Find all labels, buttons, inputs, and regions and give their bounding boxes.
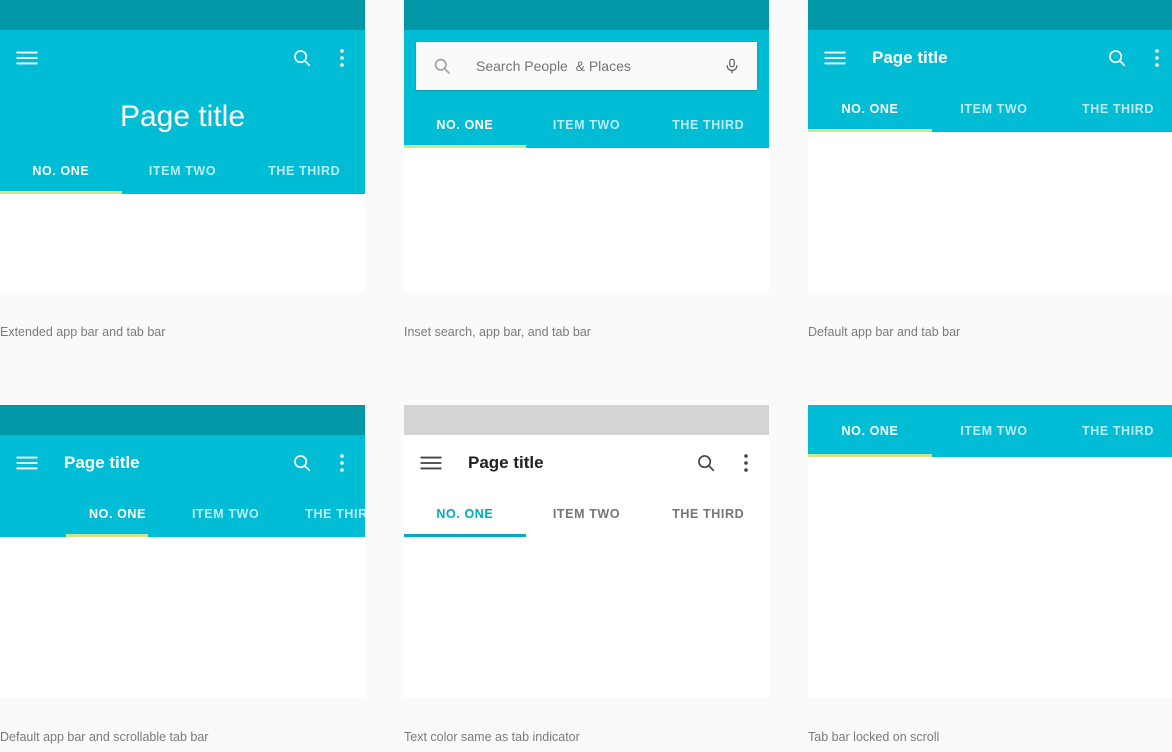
tab-indicator [0, 191, 122, 194]
panel-caption: Extended app bar and tab bar [0, 325, 166, 339]
tab-item-two[interactable]: ITEM TWO [122, 148, 244, 194]
phone-frame: Page title NO. ONE ITEM TWO THE THIRD [808, 0, 1172, 305]
tab-no-one[interactable]: NO. ONE [808, 86, 932, 132]
phone-frame: Page title NO. ONE ITEM TWO THE THIRD [0, 0, 365, 305]
status-bar [404, 0, 769, 30]
page-title: Page title [872, 48, 948, 67]
search-icon[interactable] [291, 452, 313, 474]
tab-no-one[interactable]: NO. ONE [404, 491, 526, 537]
page-title: Page title [119, 100, 246, 133]
hamburger-menu-icon[interactable] [418, 450, 444, 476]
tab-the-third[interactable]: THE THIRD [243, 148, 365, 194]
panel-inset-search: NO. ONE ITEM TWO THE THIRD Inset search,… [404, 0, 769, 405]
more-vert-icon[interactable] [333, 452, 351, 474]
tab-bar: NO. ONE ITEM TWO THE THIRD [404, 102, 769, 148]
status-bar [404, 405, 769, 435]
tab-bar-scrollable[interactable]: NO. ONE ITEM TWO THE THIRD [0, 491, 365, 537]
tab-no-one[interactable]: NO. ONE [66, 491, 169, 537]
tab-no-one[interactable]: NO. ONE [0, 148, 122, 194]
tab-no-one[interactable]: NO. ONE [404, 102, 526, 148]
app-bar: NO. ONE ITEM TWO THE THIRD [808, 405, 1172, 457]
tab-the-third[interactable]: THE THIRD [647, 102, 769, 148]
hamburger-menu-icon[interactable] [14, 450, 40, 476]
panel-scrollable-tab-bar: Page title NO. ONE ITEM TWO THE THIR Def… [0, 405, 365, 752]
tab-indicator [404, 534, 526, 537]
panel-caption: Text color same as tab indicator [404, 730, 580, 744]
panel-default-app-bar: Page title NO. ONE ITEM TWO THE THIRD De… [808, 0, 1172, 405]
search-container [404, 34, 769, 102]
tab-the-third[interactable]: THE THIRD [647, 491, 769, 537]
microphone-icon[interactable] [723, 55, 741, 77]
tab-bar: NO. ONE ITEM TWO THE THIRD [404, 491, 769, 537]
search-icon[interactable] [432, 56, 452, 76]
app-bar: Page title NO. ONE ITEM TWO THE THIRD [0, 435, 365, 537]
status-bar [0, 405, 365, 435]
panel-caption: Tab bar locked on scroll [808, 730, 940, 744]
page-title: Page title [468, 453, 544, 472]
phone-frame: NO. ONE ITEM TWO THE THIRD [808, 405, 1172, 710]
more-vert-icon[interactable] [1148, 47, 1166, 69]
panel-text-color-same-as-indicator: Page title NO. ONE ITEM TWO THE THIRD Te… [404, 405, 769, 752]
page-title: Page title [64, 453, 140, 472]
tab-the-third[interactable]: THE THIRD [1056, 86, 1172, 132]
tab-the-third[interactable]: THE THIRD [282, 491, 365, 537]
tab-item-two[interactable]: ITEM TWO [526, 491, 648, 537]
panel-extended-app-bar: Page title NO. ONE ITEM TWO THE THIRD Ex… [0, 0, 365, 405]
app-bar-row: Page title [0, 435, 365, 491]
torn-edge [808, 293, 1172, 305]
torn-edge [404, 293, 769, 305]
phone-frame: Page title NO. ONE ITEM TWO THE THIRD [0, 405, 365, 710]
more-vert-icon[interactable] [333, 47, 351, 69]
tab-indicator [808, 129, 932, 132]
phone-frame: NO. ONE ITEM TWO THE THIRD [404, 0, 769, 305]
phone-frame: Page title NO. ONE ITEM TWO THE THIRD [404, 405, 769, 710]
app-bar: Page title NO. ONE ITEM TWO THE THIRD [404, 435, 769, 537]
search-input[interactable] [476, 58, 723, 74]
hamburger-menu-icon[interactable] [822, 45, 848, 71]
tab-indicator [404, 145, 526, 148]
torn-edge [0, 698, 365, 710]
panel-tab-bar-locked: NO. ONE ITEM TWO THE THIRD Tab bar locke… [808, 405, 1172, 752]
app-bar-row: Page title [404, 435, 769, 491]
panel-caption: Inset search, app bar, and tab bar [404, 325, 591, 339]
app-bar: NO. ONE ITEM TWO THE THIRD [404, 30, 769, 148]
tab-item-two[interactable]: ITEM TWO [932, 405, 1056, 457]
torn-edge [404, 698, 769, 710]
status-bar [0, 0, 365, 30]
search-icon[interactable] [291, 47, 313, 69]
torn-edge [808, 698, 1172, 710]
panel-grid: Page title NO. ONE ITEM TWO THE THIRD Ex… [0, 0, 1172, 752]
tab-bar: NO. ONE ITEM TWO THE THIRD [808, 405, 1172, 457]
tab-indicator [66, 534, 148, 537]
app-bar: Page title NO. ONE ITEM TWO THE THIRD [0, 30, 365, 194]
torn-edge [0, 293, 365, 305]
app-bar-row [0, 30, 365, 86]
more-vert-icon[interactable] [737, 452, 755, 474]
panel-caption: Default app bar and tab bar [808, 325, 961, 339]
tab-no-one[interactable]: NO. ONE [808, 405, 932, 457]
extended-title-row: Page title [0, 86, 365, 148]
tab-the-third[interactable]: THE THIRD [1056, 405, 1172, 457]
tab-item-two[interactable]: ITEM TWO [932, 86, 1056, 132]
tab-bar: NO. ONE ITEM TWO THE THIRD [0, 148, 365, 194]
tab-indicator [808, 454, 932, 457]
search-bar[interactable] [416, 42, 757, 90]
tab-item-two[interactable]: ITEM TWO [169, 491, 282, 537]
search-icon[interactable] [1106, 47, 1128, 69]
tab-bar: NO. ONE ITEM TWO THE THIRD [808, 86, 1172, 132]
search-icon[interactable] [695, 452, 717, 474]
app-bar-row: Page title [808, 30, 1172, 86]
hamburger-menu-icon[interactable] [14, 45, 40, 71]
status-bar [808, 0, 1172, 30]
tab-item-two[interactable]: ITEM TWO [526, 102, 648, 148]
app-bar: Page title NO. ONE ITEM TWO THE THIRD [808, 30, 1172, 132]
panel-caption: Default app bar and scrollable tab bar [0, 730, 209, 744]
